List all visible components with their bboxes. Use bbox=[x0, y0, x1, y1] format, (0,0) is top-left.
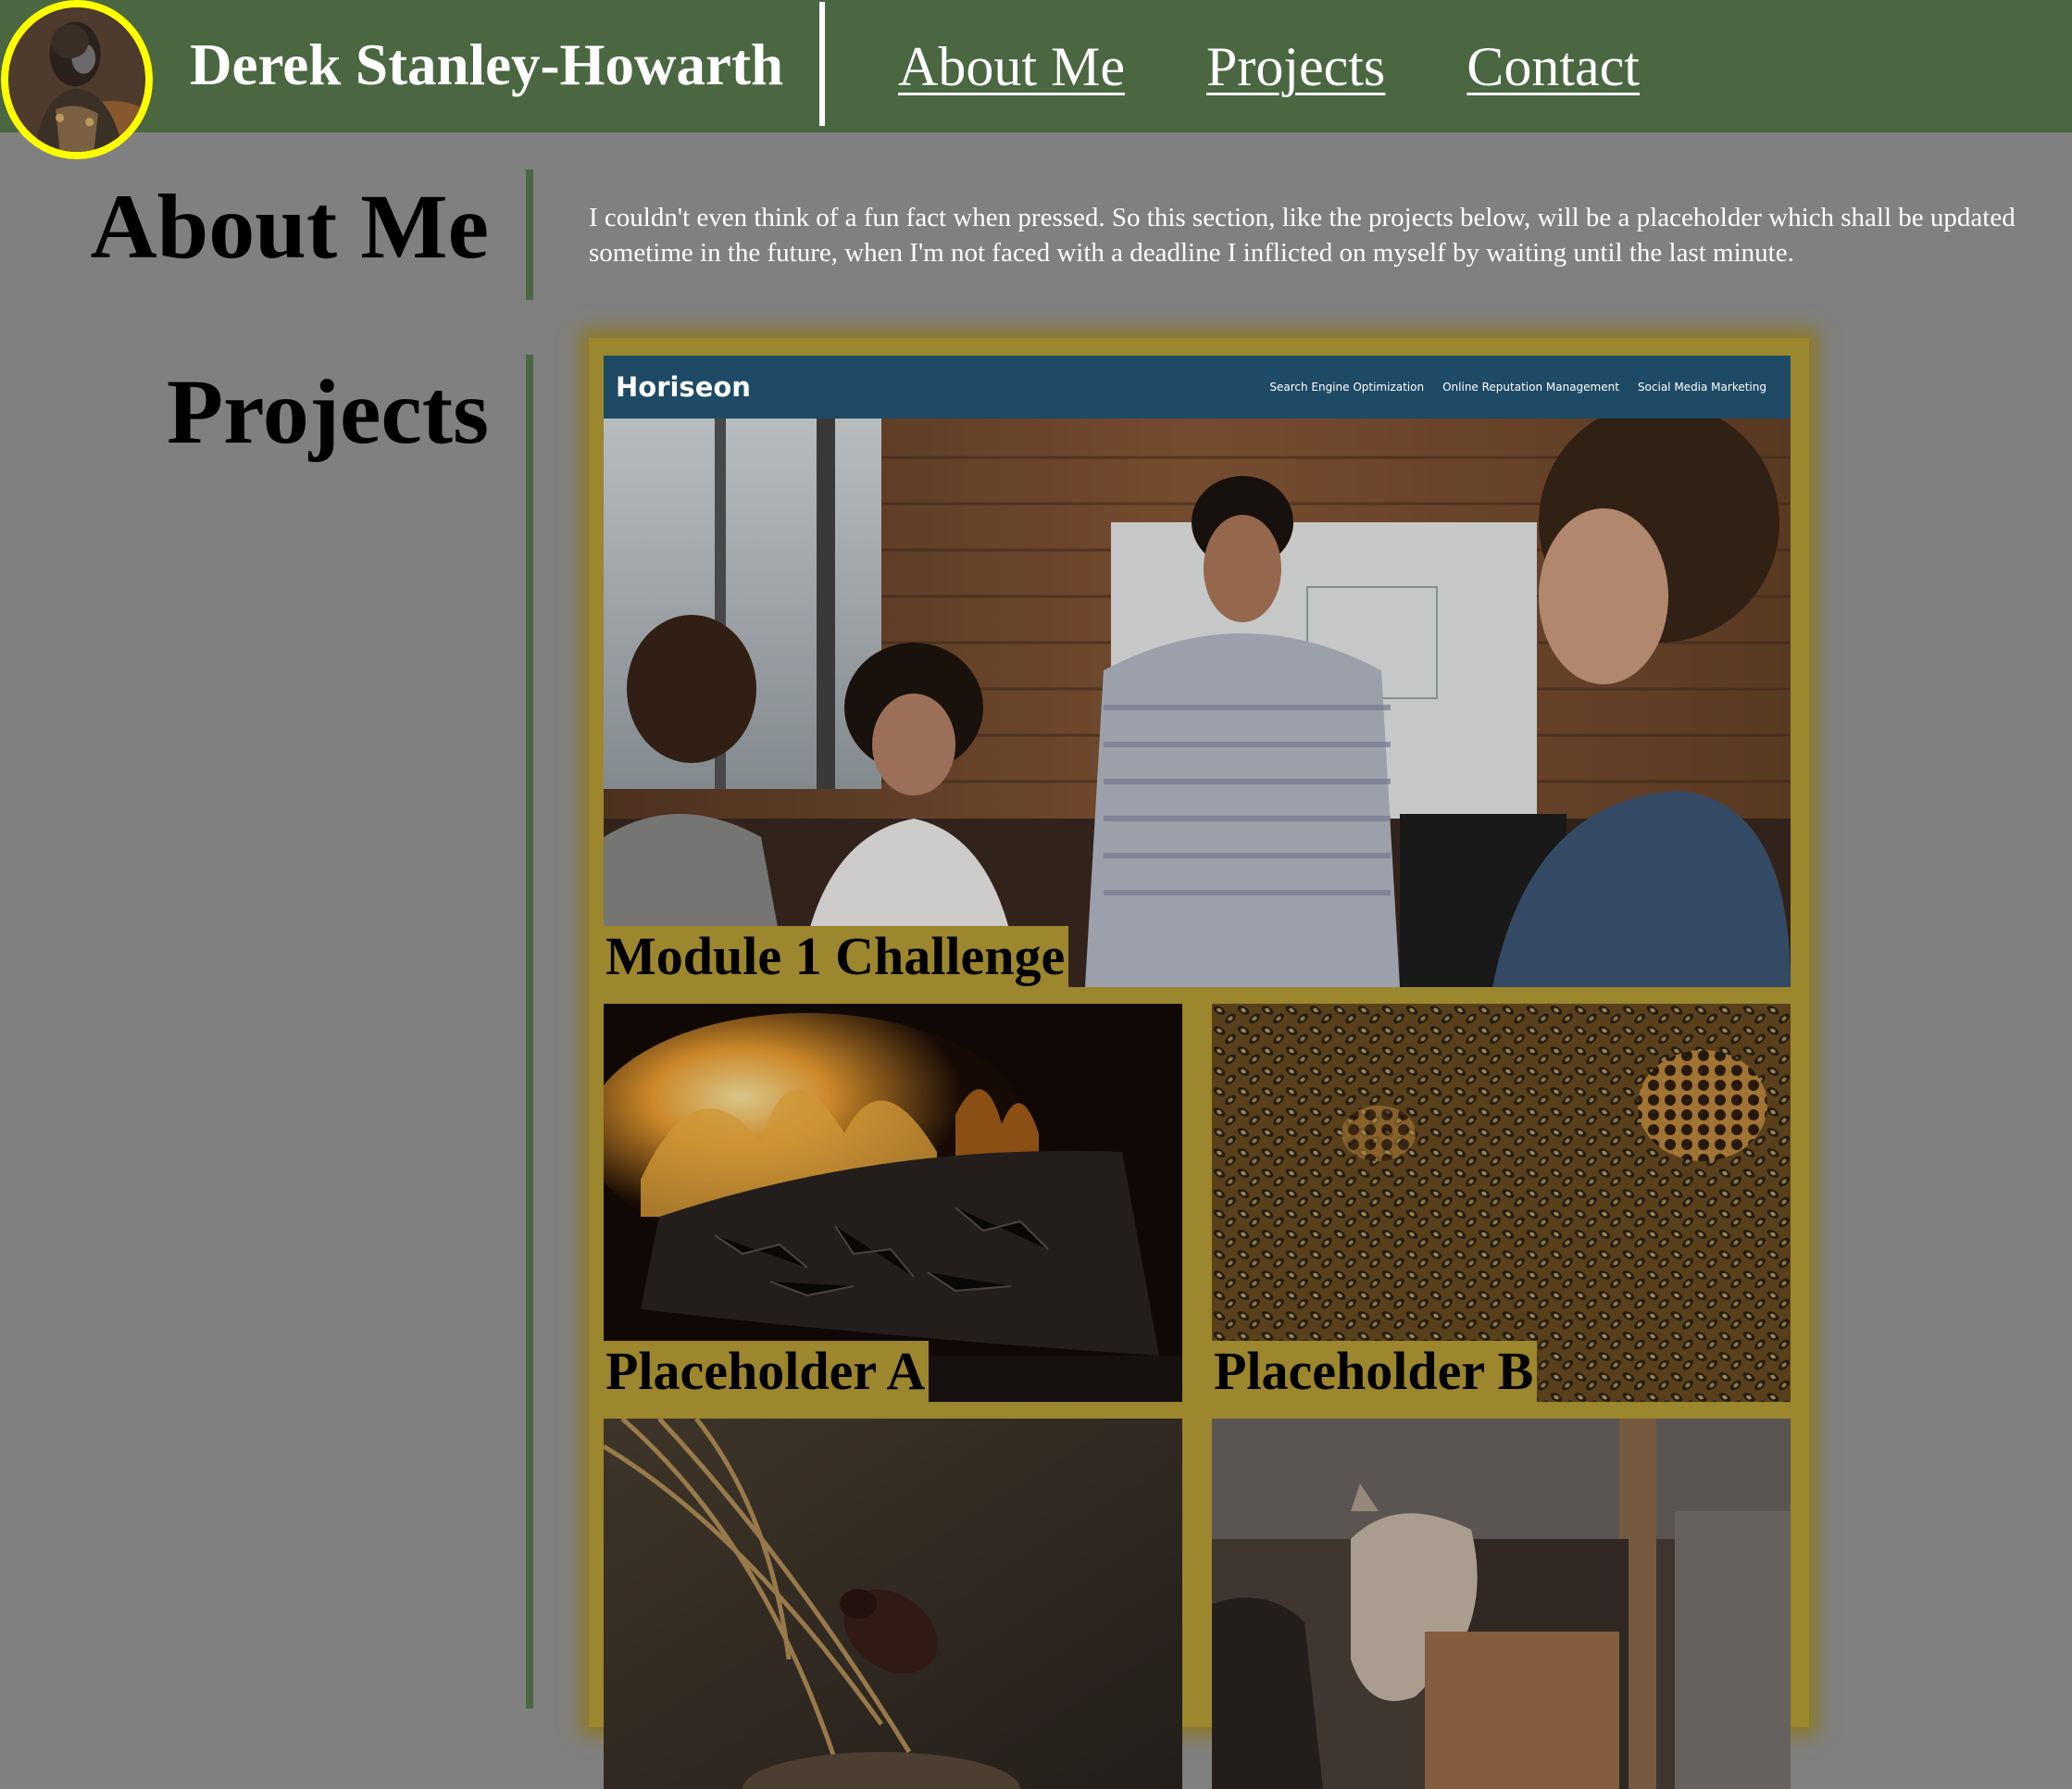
project-card-horse[interactable] bbox=[1212, 1419, 1791, 1789]
horiseon-logo: Horiseon bbox=[616, 371, 751, 403]
avatar-portrait-icon bbox=[8, 7, 145, 152]
site-header: Derek Stanley-Howarth About Me Projects … bbox=[0, 0, 2072, 159]
horiseon-nav: Search Engine Optimization Online Reputa… bbox=[1269, 378, 1766, 396]
about-divider bbox=[526, 169, 533, 300]
about-text: I couldn't even think of a fun fact when… bbox=[589, 203, 2016, 268]
site-title: Derek Stanley-Howarth bbox=[190, 32, 784, 97]
horiseon-nav-item: Online Reputation Management bbox=[1442, 381, 1619, 394]
project-card-module-1[interactable]: Horiseon Search Engine Optimization Onli… bbox=[604, 356, 1791, 987]
project-card-placeholder-b[interactable]: Placeholder B bbox=[1212, 1004, 1791, 1402]
horse-stable-icon bbox=[1212, 1419, 1791, 1789]
projects-divider bbox=[526, 355, 533, 1708]
project-card-placeholder-a[interactable]: Placeholder A bbox=[604, 1004, 1182, 1402]
team-meeting-image bbox=[604, 356, 1791, 987]
project-card-label: Placeholder A bbox=[604, 1341, 930, 1402]
nav-link-about-me[interactable]: About Me bbox=[898, 30, 1125, 104]
project-card-label: Placeholder B bbox=[1212, 1341, 1538, 1402]
about-heading: About Me bbox=[90, 175, 489, 278]
header-divider bbox=[819, 2, 825, 126]
project-card-label: Module 1 Challenge bbox=[604, 926, 1069, 987]
horiseon-nav-item: Social Media Marketing bbox=[1637, 381, 1766, 394]
avatar bbox=[1, 0, 153, 159]
project-card-beetle[interactable] bbox=[604, 1419, 1182, 1789]
projects-grid: Horiseon Search Engine Optimization Onli… bbox=[589, 338, 1809, 1789]
horiseon-header: Horiseon Search Engine Optimization Onli… bbox=[604, 356, 1791, 419]
main-nav: About Me Projects Contact bbox=[898, 30, 1640, 104]
projects-heading: Projects bbox=[167, 360, 489, 463]
nav-link-projects[interactable]: Projects bbox=[1206, 30, 1385, 104]
horiseon-nav-item: Search Engine Optimization bbox=[1269, 381, 1425, 394]
beetle-straw-icon bbox=[604, 1419, 1182, 1789]
nav-link-contact[interactable]: Contact bbox=[1467, 30, 1640, 104]
